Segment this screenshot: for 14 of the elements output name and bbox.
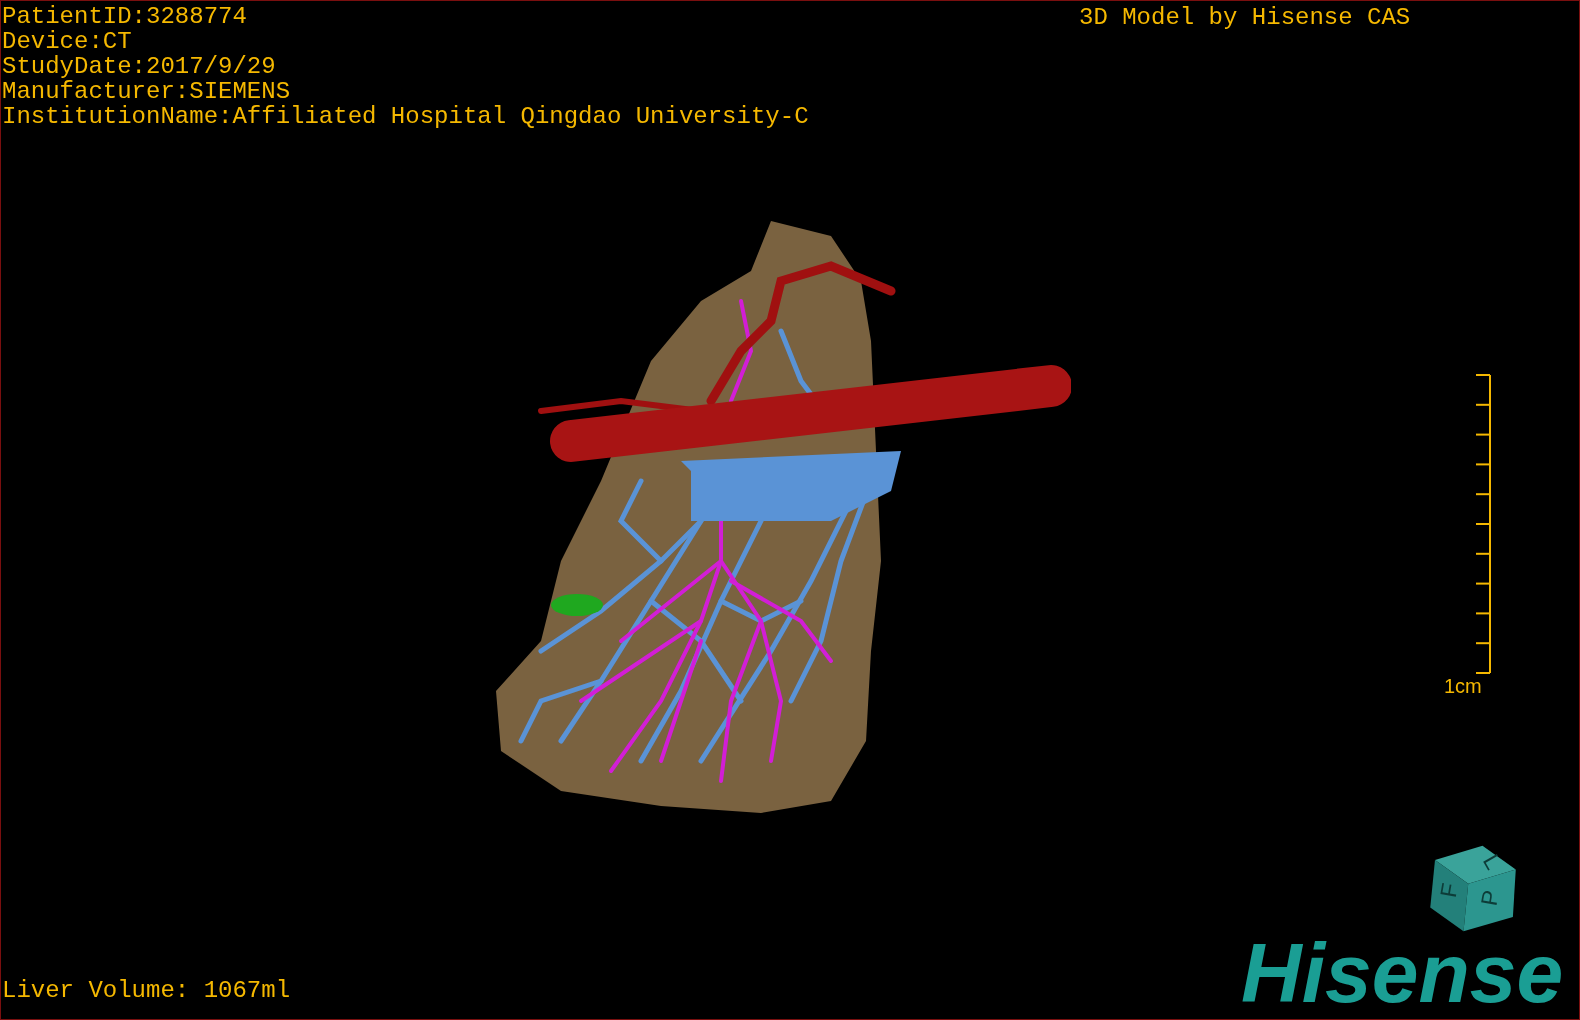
patient-info-line: PatientID:3288774 bbox=[2, 4, 248, 29]
model-caption: 3D Model by Hisense CAS bbox=[1079, 5, 1411, 30]
cube-face-label: F bbox=[1434, 881, 1463, 900]
viewport-3d[interactable]: PatientID:3288774 Device:CT StudyDate:2017/9/29 Manufacturer:SIEMENS InstitutionName:Affiliated Hospital Qingdao University-C 3D Model by Hisense CAS 1cm F L P Liver Volume: 1067ml Hisense bbox=[0, 0, 1580, 1020]
cube-face-label: P bbox=[1475, 888, 1504, 908]
orientation-cube[interactable]: F L P bbox=[1423, 841, 1523, 936]
patient-info-line: Device:CT bbox=[2, 29, 133, 54]
liver-volume-text: Liver Volume: 1067ml bbox=[2, 978, 291, 1003]
scale-bar-label: 1cm bbox=[1444, 674, 1482, 699]
patient-info-line: InstitutionName:Affiliated Hospital Qingdao University-C bbox=[2, 104, 809, 129]
patient-info-line: Manufacturer:SIEMENS bbox=[2, 79, 292, 104]
cube-face-label: L bbox=[1477, 849, 1507, 874]
patient-info-line: StudyDate:2017/9/29 bbox=[2, 54, 277, 79]
brand-logo: Hisense bbox=[1241, 941, 1564, 1005]
